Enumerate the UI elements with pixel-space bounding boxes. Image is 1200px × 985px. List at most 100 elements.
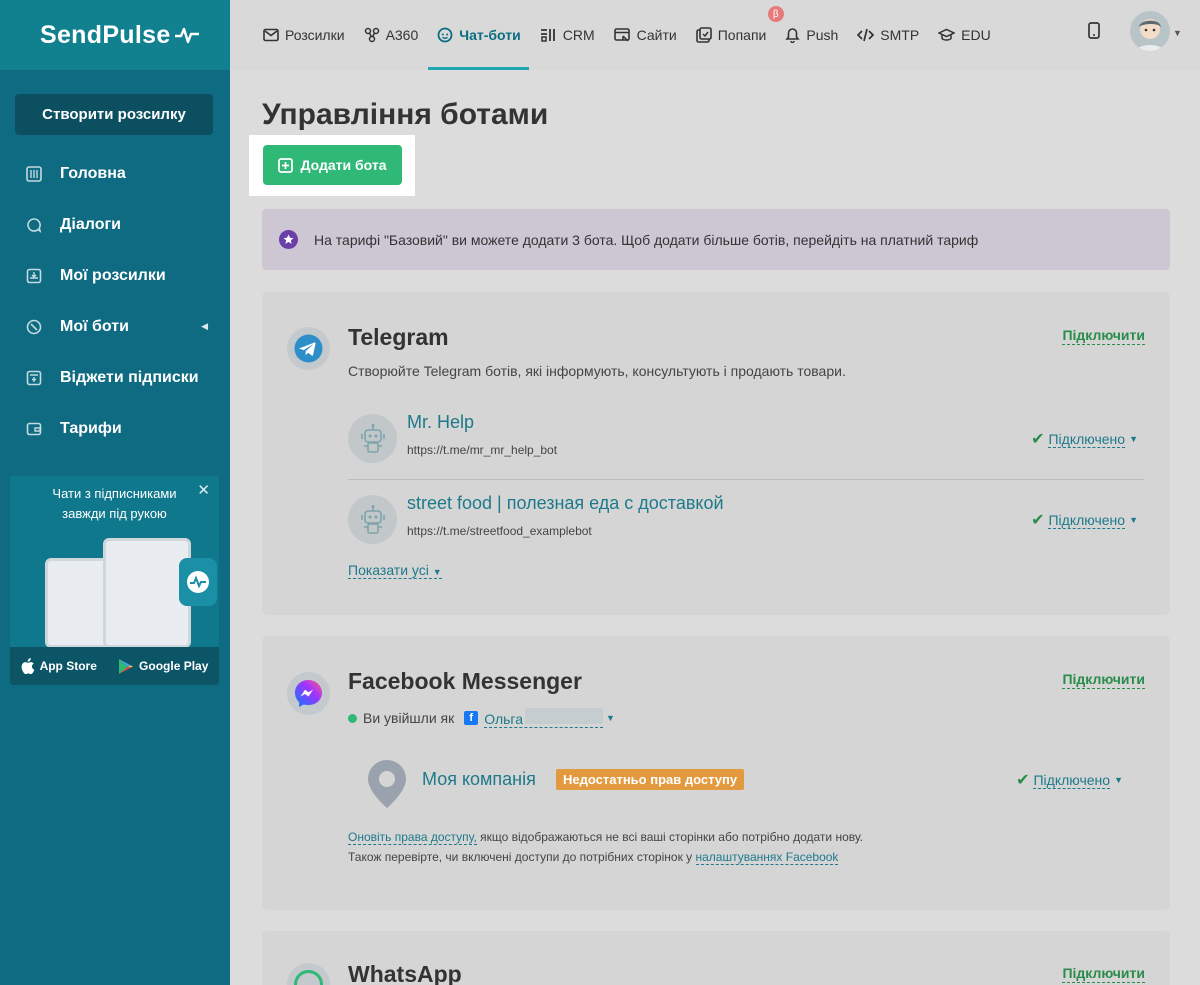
bot-row[interactable]: Mr. Help https://t.me/mr_mr_help_bot ✔ П…: [348, 405, 1144, 485]
telegram-description: Створюйте Telegram ботів, які інформують…: [348, 363, 846, 379]
add-bot-button[interactable]: Додати бота: [263, 145, 402, 185]
tab-label: Сайти: [636, 27, 677, 43]
sidebar-item-bots[interactable]: Мої боти ◀: [0, 301, 230, 352]
facebook-icon: f: [464, 711, 479, 725]
sidebar-item-label: Мої розсилки: [60, 266, 166, 284]
bell-icon: [785, 27, 800, 43]
tab-crm[interactable]: CRM: [540, 0, 595, 70]
beta-badge: β: [767, 6, 784, 22]
sidebar-item-label: Мої боти: [60, 317, 129, 335]
bot-url: https://t.me/mr_mr_help_bot: [407, 443, 558, 457]
sidebar-item-label: Головна: [60, 164, 126, 182]
caret-down-icon: ▼: [432, 567, 442, 577]
sidebar-item-widgets[interactable]: Віджети підписки: [0, 352, 230, 403]
tab-label: A360: [385, 27, 419, 43]
tab-label: Розсилки: [285, 27, 345, 43]
tab-email[interactable]: Розсилки: [263, 0, 345, 70]
popup-icon: [695, 27, 712, 43]
telegram-connect-link[interactable]: Підключити: [1062, 327, 1145, 345]
mail-box-icon: [25, 267, 43, 285]
user-avatar-icon: [1136, 19, 1164, 51]
note-text: якщо відображаються не всі ваші сторінки…: [476, 830, 863, 844]
show-all-link[interactable]: Показати усі ▼: [348, 562, 442, 579]
bot-name[interactable]: Mr. Help: [407, 412, 474, 433]
plan-notice: На тарифі "Базовий" ви можете додати 3 б…: [262, 209, 1170, 270]
whatsapp-card: WhatsApp Підключити: [262, 931, 1170, 985]
tab-a360[interactable]: A360: [364, 0, 419, 70]
facebook-page-name[interactable]: Моя компанія: [422, 769, 536, 790]
check-icon: ✔: [1016, 772, 1030, 789]
google-play-label: Google Play: [139, 659, 209, 673]
logo[interactable]: SendPulse: [0, 0, 230, 70]
bot-status-dropdown[interactable]: ✔ Підключено ▼: [1031, 429, 1138, 449]
bot-name[interactable]: street food | полезная еда с доставкой: [407, 493, 724, 514]
page-status-dropdown[interactable]: ✔ Підключено ▼: [1016, 770, 1123, 790]
tab-edu[interactable]: EDU: [938, 0, 991, 70]
chevron-down-icon[interactable]: ▼: [1173, 28, 1182, 38]
facebook-connect-link[interactable]: Підключити: [1062, 671, 1145, 689]
tab-label: EDU: [961, 27, 991, 43]
create-campaign-button[interactable]: Створити розсилку: [15, 94, 213, 135]
top-navigation-bar: Розсилки A360 Чат-боти CRM Сайти Попапи …: [230, 0, 1200, 70]
envelope-icon: [263, 28, 279, 42]
chatbot-icon: [437, 27, 453, 43]
page-title: Управління ботами: [262, 98, 549, 131]
plan-notice-text: На тарифі "Базовий" ви можете додати 3 б…: [314, 231, 979, 248]
graduation-cap-icon: [938, 28, 956, 42]
facebook-user-name: Ольга: [484, 711, 524, 727]
tab-chatbots[interactable]: Чат-боти: [428, 0, 530, 70]
online-dot-icon: [348, 713, 357, 723]
chat-bubble-icon: [25, 216, 43, 234]
code-icon: [857, 28, 875, 42]
telegram-icon: [287, 327, 330, 370]
sidebar-item-campaigns[interactable]: Мої розсилки: [0, 250, 230, 301]
insufficient-access-badge: Недостатньо прав доступу: [556, 769, 745, 790]
sendpulse-app-icon: [179, 558, 217, 606]
widget-icon: [25, 369, 43, 387]
logged-in-label: Ви увійшли як: [363, 710, 455, 726]
tab-label: Чат-боти: [459, 27, 521, 43]
phones-illustration: [45, 538, 217, 648]
sidebar-item-tariffs[interactable]: Тарифи: [0, 403, 230, 454]
bot-url: https://t.me/streetfood_examplebot: [407, 524, 592, 538]
app-store-links: App Store Google Play: [10, 647, 219, 685]
close-icon[interactable]: ✕: [197, 481, 210, 499]
bot-status-dropdown[interactable]: ✔ Підключено ▼: [1031, 510, 1138, 530]
promo-text: Чати з підписниками завжди під рукою: [52, 486, 177, 521]
tab-push[interactable]: Push: [785, 0, 838, 70]
facebook-settings-link[interactable]: налаштуваннях Facebook: [695, 850, 839, 865]
pulse-logo-icon: [174, 27, 199, 44]
bot-row[interactable]: street food | полезная еда с доставкой h…: [348, 486, 1144, 566]
sidebar-item-label: Тарифи: [60, 419, 122, 437]
app-store-link[interactable]: App Store: [21, 658, 97, 674]
facebook-user-dropdown[interactable]: Ольга: [484, 708, 604, 728]
messenger-icon: [287, 672, 330, 715]
logo-text: SendPulse: [40, 20, 171, 49]
sidebar-item-home[interactable]: Головна: [0, 148, 230, 199]
mobile-phone-icon[interactable]: [1088, 22, 1100, 44]
mobile-app-promo: Чати з підписниками завжди під рукою ✕ A…: [10, 476, 219, 685]
avatar[interactable]: [1130, 11, 1170, 51]
tab-sites[interactable]: Сайти: [613, 0, 677, 70]
note-text: Також перевірте, чи включені доступи до …: [348, 850, 696, 864]
robot-icon: [348, 414, 397, 463]
check-icon: ✔: [1031, 512, 1045, 529]
whatsapp-connect-link[interactable]: Підключити: [1062, 965, 1145, 983]
star-icon: [279, 230, 298, 249]
caret-down-icon: ▼: [1129, 515, 1138, 525]
tab-smtp[interactable]: SMTP: [857, 0, 919, 70]
app-store-label: App Store: [39, 659, 97, 673]
crm-icon: [540, 27, 557, 43]
tab-popups[interactable]: Попапи β: [695, 0, 784, 70]
sidebar-item-dialogs[interactable]: Діалоги: [0, 199, 230, 250]
whatsapp-title: WhatsApp: [348, 961, 462, 985]
sidebar-item-label: Діалоги: [60, 215, 121, 233]
google-play-link[interactable]: Google Play: [118, 658, 208, 675]
automation-icon: [364, 27, 380, 43]
caret-down-icon[interactable]: ▼: [606, 713, 615, 723]
caret-down-icon: ▼: [1114, 775, 1123, 785]
sidebar-nav: Головна Діалоги Мої розсилки Мої боти ◀ …: [0, 148, 230, 454]
redacted-surname: [525, 708, 604, 724]
tab-label: SMTP: [880, 27, 920, 43]
update-permissions-link[interactable]: Оновіть права доступу,: [348, 830, 477, 845]
